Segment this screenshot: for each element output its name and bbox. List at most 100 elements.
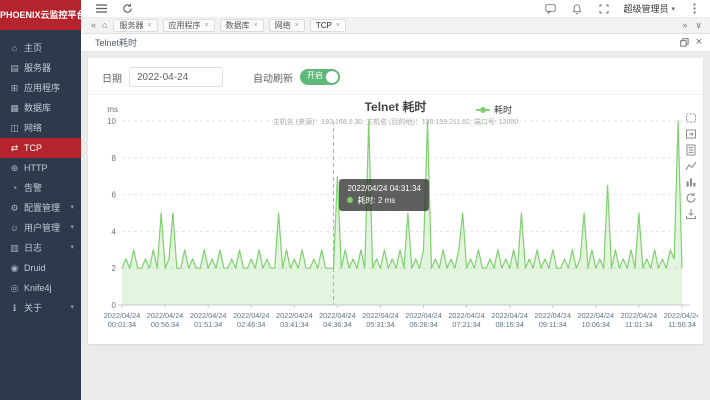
svg-text:08:16:34: 08:16:34 [495, 320, 523, 329]
save-image-icon[interactable] [685, 207, 697, 219]
sidebar-item-label: HTTP [24, 163, 48, 173]
sidebar-item-label: 服务器 [24, 63, 51, 73]
telnet-chart: 0246810ms2022/04/2400:01:342022/04/2400:… [88, 95, 703, 345]
window-restore-icon[interactable] [680, 34, 689, 52]
refresh-icon[interactable] [119, 2, 135, 16]
svg-text:2022/04/24: 2022/04/24 [578, 311, 615, 320]
tab-close-icon[interactable]: × [336, 22, 340, 29]
datazoom-icon[interactable] [685, 111, 697, 123]
auto-refresh-toggle[interactable]: 开启 [300, 69, 340, 85]
sidebar-item-alarm[interactable]: ◔告警 [0, 178, 81, 198]
druid-icon: ◉ [9, 258, 20, 278]
svg-text:06:26:34: 06:26:34 [409, 320, 437, 329]
home-tab-icon[interactable]: ⌂ [102, 21, 107, 30]
date-input[interactable] [129, 67, 223, 87]
restore-icon[interactable] [685, 191, 697, 203]
svg-text:04:36:34: 04:36:34 [323, 320, 351, 329]
svg-text:6: 6 [112, 191, 117, 200]
svg-text:8: 8 [112, 154, 117, 163]
legend-line-marker [476, 109, 490, 111]
bell-icon[interactable] [569, 2, 585, 16]
tab-label: 服务器 [119, 20, 143, 31]
sidebar-item-knife4j[interactable]: ◎Knife4j [0, 278, 81, 298]
svg-text:0: 0 [112, 301, 117, 310]
page-header-row: Telnet耗时 × [81, 34, 710, 52]
tab-TCP[interactable]: TCP× [310, 19, 346, 32]
content-area: 日期 自动刷新 开启 0246810ms2022/04/2400:01:3420… [81, 52, 710, 400]
network-icon: ◫ [9, 118, 20, 138]
page-title: Telnet耗时 [95, 36, 137, 49]
sidebar-item-label: 网络 [24, 123, 42, 133]
filter-row: 日期 自动刷新 开启 [88, 58, 703, 95]
svg-text:2: 2 [112, 264, 117, 273]
home-icon: ⌂ [9, 38, 20, 58]
tabs-menu-icon[interactable]: ∨ [695, 21, 702, 30]
navbar-right-group: 超级管理员 ▾ [542, 2, 702, 16]
linechart-icon[interactable] [685, 159, 697, 171]
sidebar-item-druid[interactable]: ◉ Druid [0, 258, 81, 278]
tabs-scroll-right-icon[interactable]: » [682, 21, 687, 30]
log-icon: ▥ [9, 238, 20, 258]
legend-item-haoshi[interactable]: 耗时 [476, 103, 512, 116]
datazoom-reset-icon[interactable] [685, 127, 697, 139]
svg-text:09:11:34: 09:11:34 [539, 320, 567, 329]
tab-应用程序[interactable]: 应用程序 × [163, 19, 215, 32]
top-navbar: 超级管理员 ▾ [81, 0, 710, 18]
svg-text:00:01:34: 00:01:34 [108, 320, 136, 329]
sidebar-item-label: 告警 [24, 183, 42, 193]
close-page-icon[interactable]: × [696, 37, 702, 48]
caret-down-icon: ▾ [70, 198, 74, 218]
tab-label: 应用程序 [169, 20, 201, 31]
sidebar-item-about[interactable]: ℹ关于▾ [0, 298, 81, 318]
svg-text:05:31:34: 05:31:34 [366, 320, 394, 329]
sidebar-item-log[interactable]: ▥日志▾ [0, 238, 81, 258]
hamburger-menu-icon[interactable] [93, 2, 109, 16]
sidebar-item-user[interactable]: ☺用户管理▾ [0, 218, 81, 238]
app-icon: ⊞ [9, 78, 20, 98]
sidebar-item-network[interactable]: ◫ 网络 [0, 118, 81, 138]
tab-close-icon[interactable]: × [147, 22, 151, 29]
barchart-icon[interactable] [685, 175, 697, 187]
user-menu[interactable]: 超级管理员 ▾ [623, 2, 675, 15]
sidebar-item-config[interactable]: ⚙配置管理▾ [0, 198, 81, 218]
chart-card: 日期 自动刷新 开启 0246810ms2022/04/2400:01:3420… [88, 58, 703, 344]
sidebar-item-label: Druid [24, 263, 46, 273]
tab-close-icon[interactable]: × [254, 22, 258, 29]
sidebar-item-http[interactable]: ⊕HTTP [0, 158, 81, 178]
svg-text:2022/04/24: 2022/04/24 [621, 311, 658, 320]
fullscreen-icon[interactable] [596, 2, 612, 16]
server-icon: ▤ [9, 58, 20, 78]
tab-close-icon[interactable]: × [295, 22, 299, 29]
sidebar-item-database[interactable]: ▦数据库 [0, 98, 81, 118]
tabbar-right-controls: » ∨ [682, 21, 702, 30]
svg-text:00:56:34: 00:56:34 [151, 320, 179, 329]
sidebar-item-app[interactable]: ⊞ 应用程序 [0, 78, 81, 98]
sidebar-item-label: 关于 [24, 303, 42, 313]
chart-plot[interactable]: 0246810ms2022/04/2400:01:342022/04/2400:… [92, 95, 698, 339]
tab-数据库[interactable]: 数据库× [220, 19, 264, 32]
sidebar-item-tcp[interactable]: ⇄TCP [0, 138, 81, 158]
svg-text:2022/04/24: 2022/04/24 [491, 311, 528, 320]
main-panel: 超级管理员 ▾ « ⌂ 服务器×应用程序×数据库×网络×TCP× » ∨ Tel… [81, 0, 710, 400]
sidebar: PHOENIX云监控平台 ⌂主页▤服务器⊞应用程序▦数据库◫网络⇄TCP⊕HTT… [0, 0, 81, 400]
tabs-scroll-left-icon[interactable]: « [91, 21, 96, 30]
message-icon[interactable] [542, 2, 558, 16]
sidebar-item-server[interactable]: ▤ 服务器 [0, 58, 81, 78]
tab-close-icon[interactable]: × [205, 22, 209, 29]
sidebar-item-label: Knife4j [24, 283, 52, 293]
sidebar-item-label: 用户管理 [24, 223, 60, 233]
sidebar-item-label: 应用程序 [24, 83, 60, 93]
svg-text:2022/04/24: 2022/04/24 [362, 311, 399, 320]
more-options-icon[interactable] [686, 2, 702, 16]
user-icon: ☺ [9, 218, 20, 238]
tab-服务器[interactable]: 服务器 × [113, 19, 157, 32]
svg-text:2022/04/24: 2022/04/24 [405, 311, 442, 320]
dataview-icon[interactable] [685, 143, 697, 155]
caret-down-icon: ▾ [70, 298, 74, 318]
sidebar-item-home[interactable]: ⌂主页 [0, 38, 81, 58]
svg-text:2022/04/24: 2022/04/24 [664, 311, 698, 320]
svg-text:2022/04/24: 2022/04/24 [104, 311, 141, 320]
svg-text:2022/04/24: 2022/04/24 [319, 311, 356, 320]
chart-toolbox [685, 111, 697, 219]
tab-网络[interactable]: 网络× [269, 19, 305, 32]
